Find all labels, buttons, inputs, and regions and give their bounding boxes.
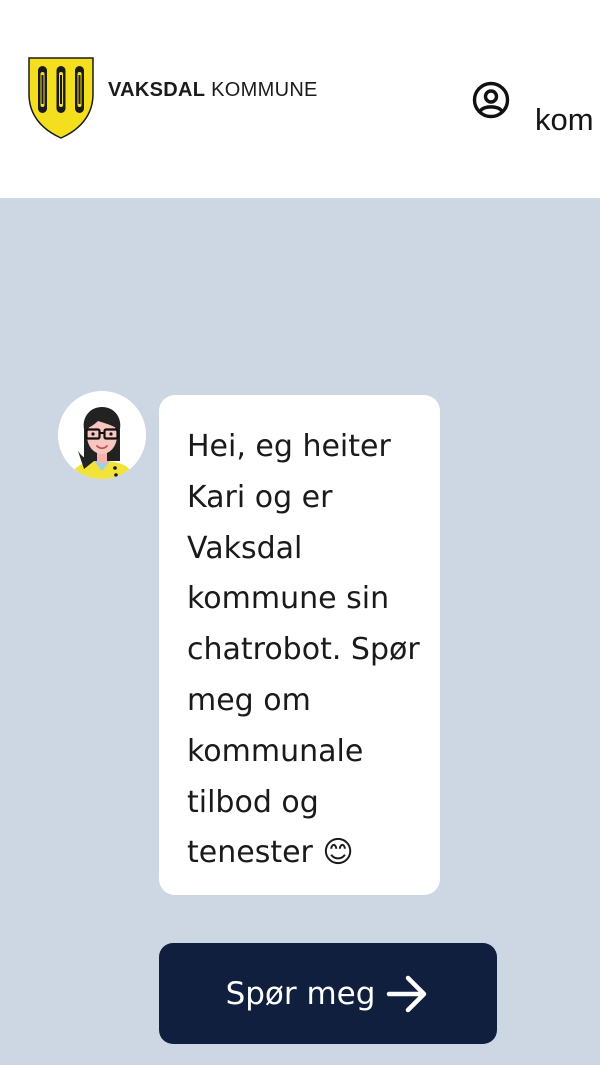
chat-message-text: Hei, eg heiter Kari og er Vaksdal kommun…: [187, 429, 420, 871]
ask-me-button[interactable]: Spør meg: [159, 943, 497, 1044]
chatbot-avatar: [58, 391, 146, 479]
brand-name: VAKSDAL KOMMUNE: [108, 79, 318, 102]
brand-name-light: KOMMUNE: [211, 79, 318, 101]
arrow-right-icon: [387, 975, 427, 1012]
user-link-label: kom: [535, 102, 594, 137]
page: VAKSDAL KOMMUNE kom Hei, eg heiter Kari …: [0, 0, 600, 1065]
vaksdal-crest-icon: [28, 57, 94, 139]
chat-message-bubble: Hei, eg heiter Kari og er Vaksdal kommun…: [159, 395, 440, 895]
chat-section: Hei, eg heiter Kari og er Vaksdal kommun…: [0, 198, 600, 1065]
user-circle-icon: [472, 81, 510, 119]
site-header: VAKSDAL KOMMUNE kom: [0, 0, 600, 198]
chatbot-avatar-image: [58, 391, 146, 479]
user-login-link[interactable]: kom: [471, 80, 594, 138]
home-logo-link[interactable]: VAKSDAL KOMMUNE: [27, 56, 318, 140]
brand-name-strong: VAKSDAL: [108, 79, 206, 101]
ask-me-button-label: Spør meg: [225, 975, 376, 1012]
